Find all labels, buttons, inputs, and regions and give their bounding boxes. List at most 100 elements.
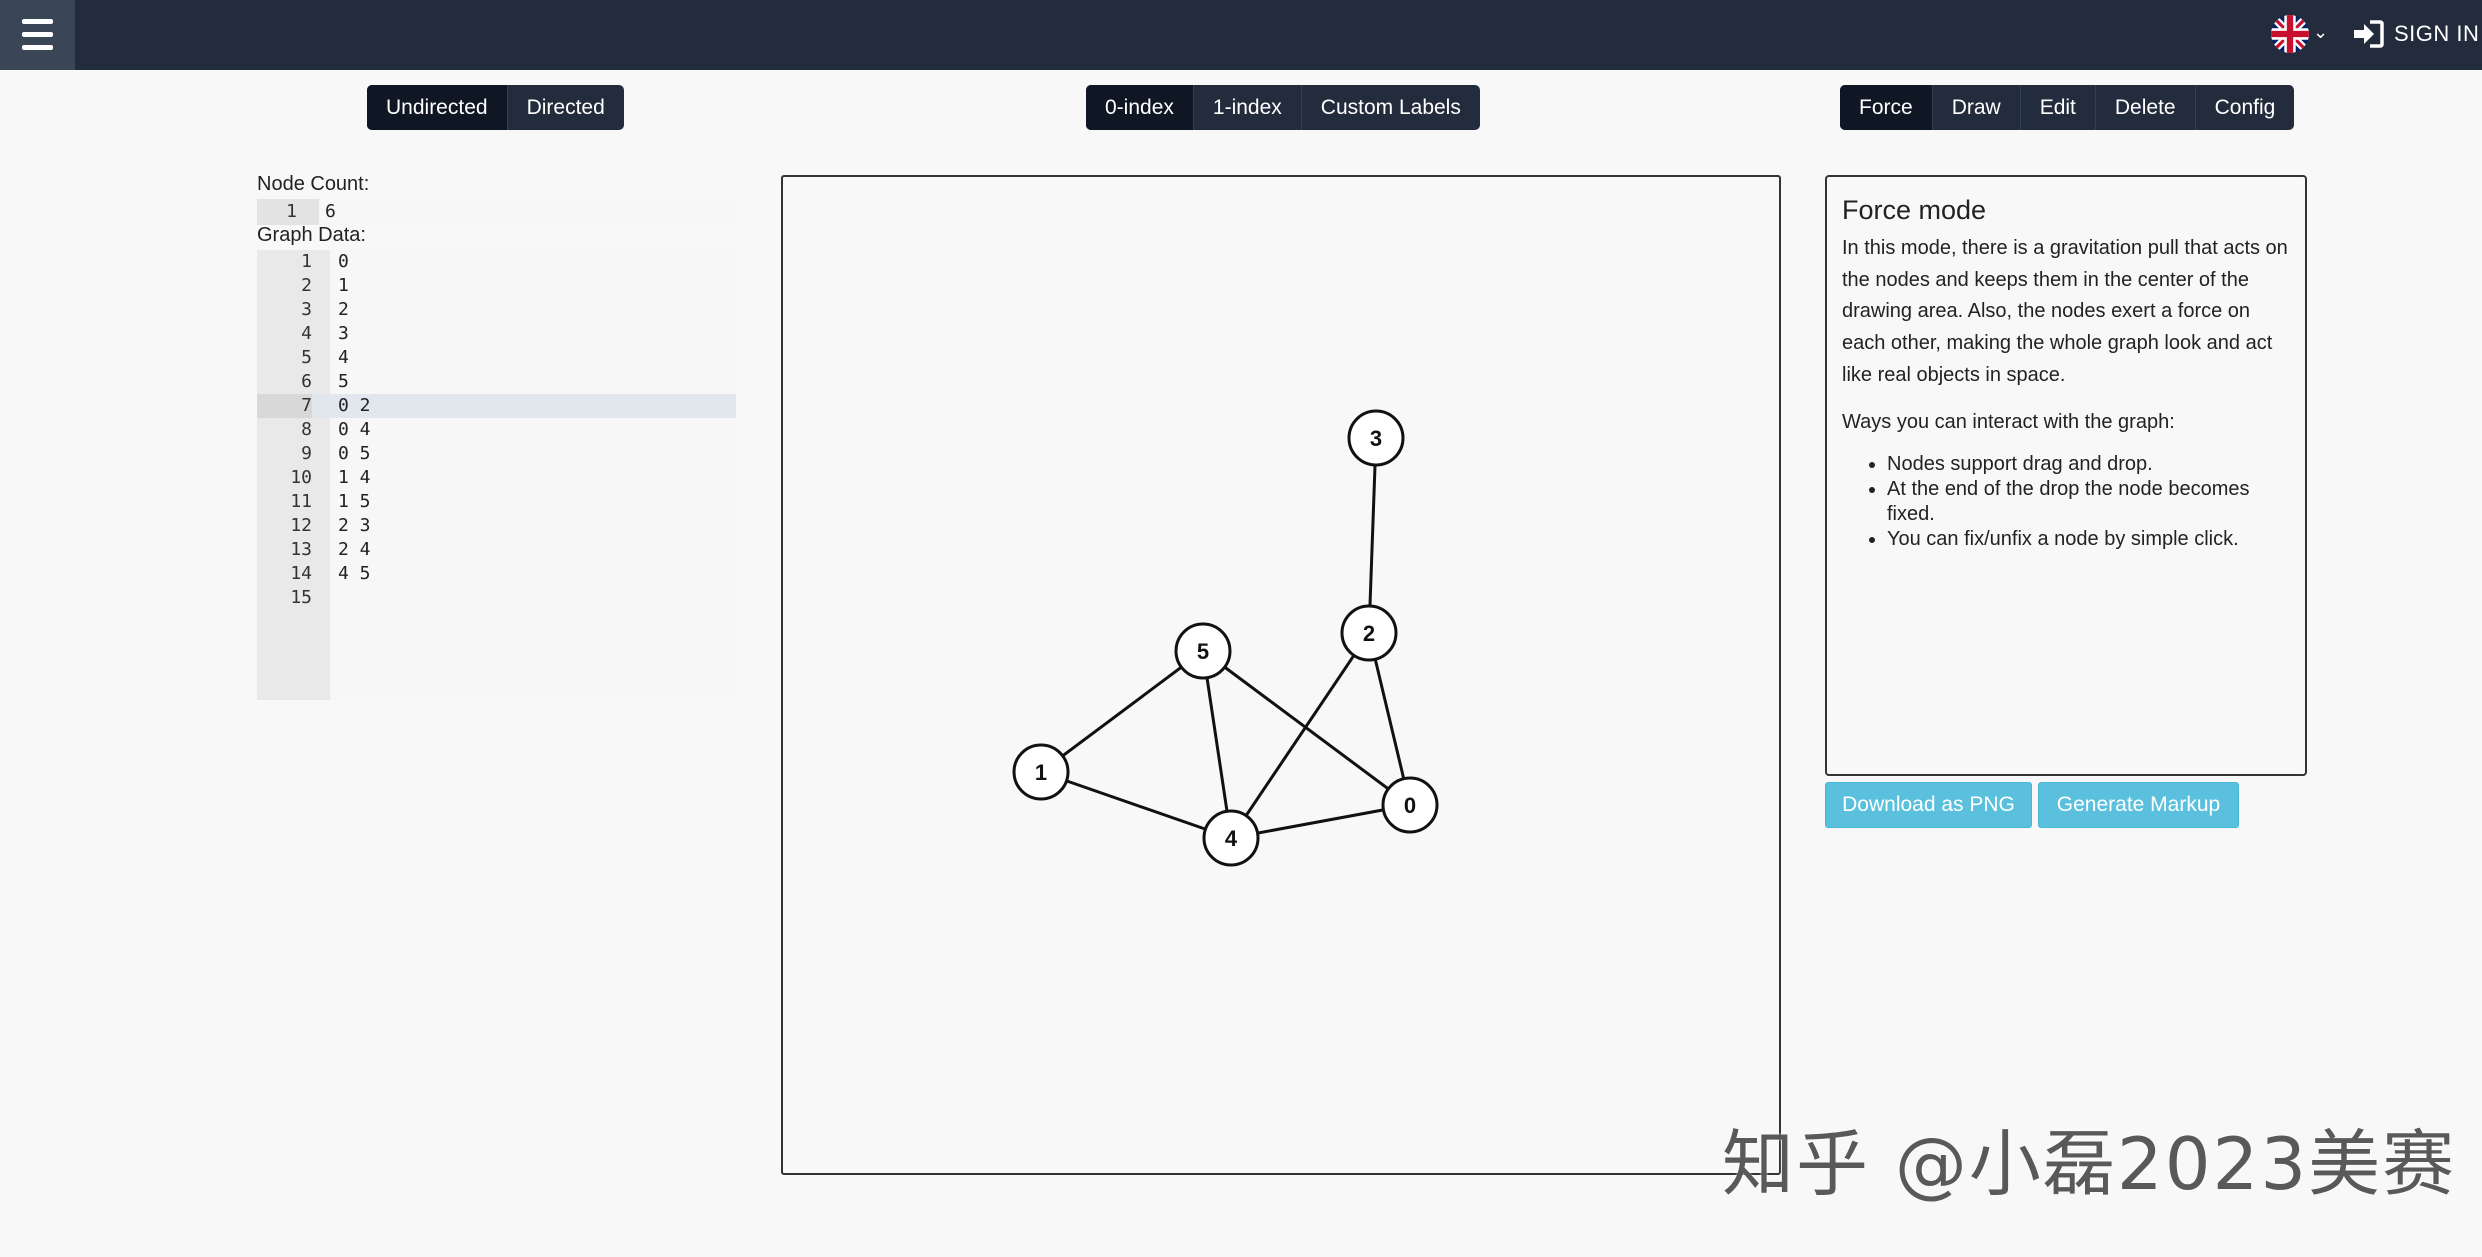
line-number: 2 <box>301 275 312 296</box>
editor-line[interactable]: 32 <box>257 298 736 322</box>
info-bullet: You can fix/unfix a node by simple click… <box>1887 527 2297 552</box>
zero-index-button[interactable]: 0-index <box>1086 85 1194 130</box>
info-bullet: At the end of the drop the node becomes … <box>1887 477 2297 527</box>
editor-line[interactable]: 15 <box>257 586 736 610</box>
edit-mode-button[interactable]: Edit <box>2021 85 2096 130</box>
graph-data-label: Graph Data: <box>257 224 366 246</box>
info-paragraph-interaction: Ways you can interact with the graph: <box>1842 411 2175 433</box>
info-paragraph-description: In this mode, there is a gravitation pul… <box>1842 237 2288 386</box>
delete-mode-button[interactable]: Delete <box>2096 85 2196 130</box>
info-title: Force mode <box>1842 195 1987 225</box>
line-number: 15 <box>290 587 312 608</box>
line-number: 3 <box>301 299 312 320</box>
editor-line[interactable]: 7 0 2 <box>257 394 736 418</box>
editor-line[interactable]: 11 1 5 <box>257 490 736 514</box>
direction-toggle: Undirected Directed <box>367 85 624 130</box>
graph-node-3[interactable]: 3 <box>1347 409 1405 467</box>
graph-data-editor[interactable]: 10213243546570 280 490 5 10 1 4 11 1 5 12 2 31… <box>257 250 736 700</box>
graph-node-label: 5 <box>1197 639 1209 664</box>
graph-node-2[interactable]: 2 <box>1340 604 1398 662</box>
editor-line[interactable]: 43 <box>257 322 736 346</box>
line-text: 1 <box>338 275 349 296</box>
graph-node-label: 3 <box>1370 426 1382 451</box>
line-text: 2 <box>338 299 349 320</box>
graph-drawing[interactable]: 0 1 2 3 4 5 <box>783 177 1779 1173</box>
line-number: 11 <box>290 491 312 512</box>
graph-node-label: 1 <box>1035 760 1047 785</box>
node-count-editor[interactable]: 16 <box>257 199 736 225</box>
graph-node-label: 0 <box>1404 793 1416 818</box>
line-text: 5 <box>338 371 349 392</box>
node-count-label: Node Count: <box>257 173 370 195</box>
graph-node-label: 4 <box>1225 826 1238 851</box>
editor-line[interactable]: 10 1 4 <box>257 466 736 490</box>
top-navbar: ⌄ SIGN IN <box>0 0 2482 70</box>
editor-line[interactable]: 8 0 4 <box>257 418 736 442</box>
index-toggle: 0-index 1-index Custom Labels <box>1086 85 1480 130</box>
info-bullet-list: Nodes support drag and drop. At the end … <box>1867 452 2297 552</box>
graph-node-1[interactable]: 1 <box>1012 743 1070 801</box>
sign-in-label: SIGN IN <box>2394 21 2480 46</box>
line-text: 0 4 <box>338 419 371 440</box>
line-number: 8 <box>301 419 312 440</box>
line-text: 2 3 <box>338 515 371 536</box>
line-text: 4 <box>338 347 349 368</box>
line-number: 7 <box>257 394 312 418</box>
line-text: 4 5 <box>338 563 371 584</box>
line-number: 12 <box>290 515 312 536</box>
line-text: 3 <box>338 323 349 344</box>
undirected-button[interactable]: Undirected <box>367 85 508 130</box>
editor-line[interactable]: 21 <box>257 274 736 298</box>
line-number: 4 <box>301 323 312 344</box>
graph-edge-2-4 <box>1229 632 1371 839</box>
editor-line[interactable]: 14 4 5 <box>257 562 736 586</box>
config-mode-button[interactable]: Config <box>2196 85 2295 130</box>
line-text: 0 5 <box>338 443 371 464</box>
sign-in-button[interactable]: SIGN IN <box>2352 14 2479 54</box>
editor-line[interactable]: 10 <box>257 250 736 274</box>
one-index-button[interactable]: 1-index <box>1194 85 1302 130</box>
line-number: 1 <box>286 201 297 222</box>
line-number: 6 <box>301 371 312 392</box>
force-mode-button[interactable]: Force <box>1840 85 1933 130</box>
custom-labels-button[interactable]: Custom Labels <box>1302 85 1480 130</box>
graph-node-5[interactable]: 5 <box>1174 622 1232 680</box>
line-number: 9 <box>301 443 312 464</box>
draw-mode-button[interactable]: Draw <box>1933 85 2021 130</box>
graph-edge-2-3 <box>1367 437 1378 634</box>
mode-toggle: Force Draw Edit Delete Config <box>1840 85 2295 130</box>
line-number: 13 <box>290 539 312 560</box>
watermark: 知乎 @小磊2023美赛 <box>1722 1122 2457 1206</box>
editor-line[interactable]: 65 <box>257 370 736 394</box>
editor-line[interactable]: 54 <box>257 346 736 370</box>
editor-line[interactable]: 13 2 4 <box>257 538 736 562</box>
editor-line[interactable]: 16 <box>257 200 736 224</box>
sign-in-icon <box>2354 20 2384 48</box>
graph-edge-1-4 <box>1040 770 1232 840</box>
graph-node-4[interactable]: 4 <box>1202 809 1260 867</box>
menu-icon[interactable] <box>0 0 75 70</box>
line-number: 14 <box>290 563 312 584</box>
line-text: 0 2 <box>338 395 371 416</box>
graph-canvas[interactable]: 0 1 2 3 4 5 <box>781 175 1781 1175</box>
chevron-down-icon[interactable]: ⌄ <box>2313 22 2328 43</box>
line-text: 1 5 <box>338 491 371 512</box>
editor-line[interactable]: 9 0 5 <box>257 442 736 466</box>
graph-edge-1-5 <box>1040 649 1204 774</box>
line-text: 1 4 <box>338 467 371 488</box>
line-number: 5 <box>301 347 312 368</box>
directed-button[interactable]: Directed <box>508 85 624 130</box>
mode-info-panel: Force mode In this mode, there is a grav… <box>1825 175 2307 776</box>
info-bullet: Nodes support drag and drop. <box>1887 452 2297 477</box>
uk-flag-icon[interactable] <box>2271 15 2309 53</box>
line-number: 1 <box>301 251 312 272</box>
graph-node-0[interactable]: 0 <box>1381 776 1439 834</box>
editor-line[interactable]: 12 2 3 <box>257 514 736 538</box>
graph-node-label: 2 <box>1363 621 1375 646</box>
generate-markup-button[interactable]: Generate Markup <box>2038 782 2239 828</box>
line-text: 2 4 <box>338 539 371 560</box>
download-png-button[interactable]: Download as PNG <box>1825 782 2032 828</box>
line-text: 6 <box>325 201 336 222</box>
line-number: 10 <box>290 467 312 488</box>
line-text: 0 <box>338 251 349 272</box>
